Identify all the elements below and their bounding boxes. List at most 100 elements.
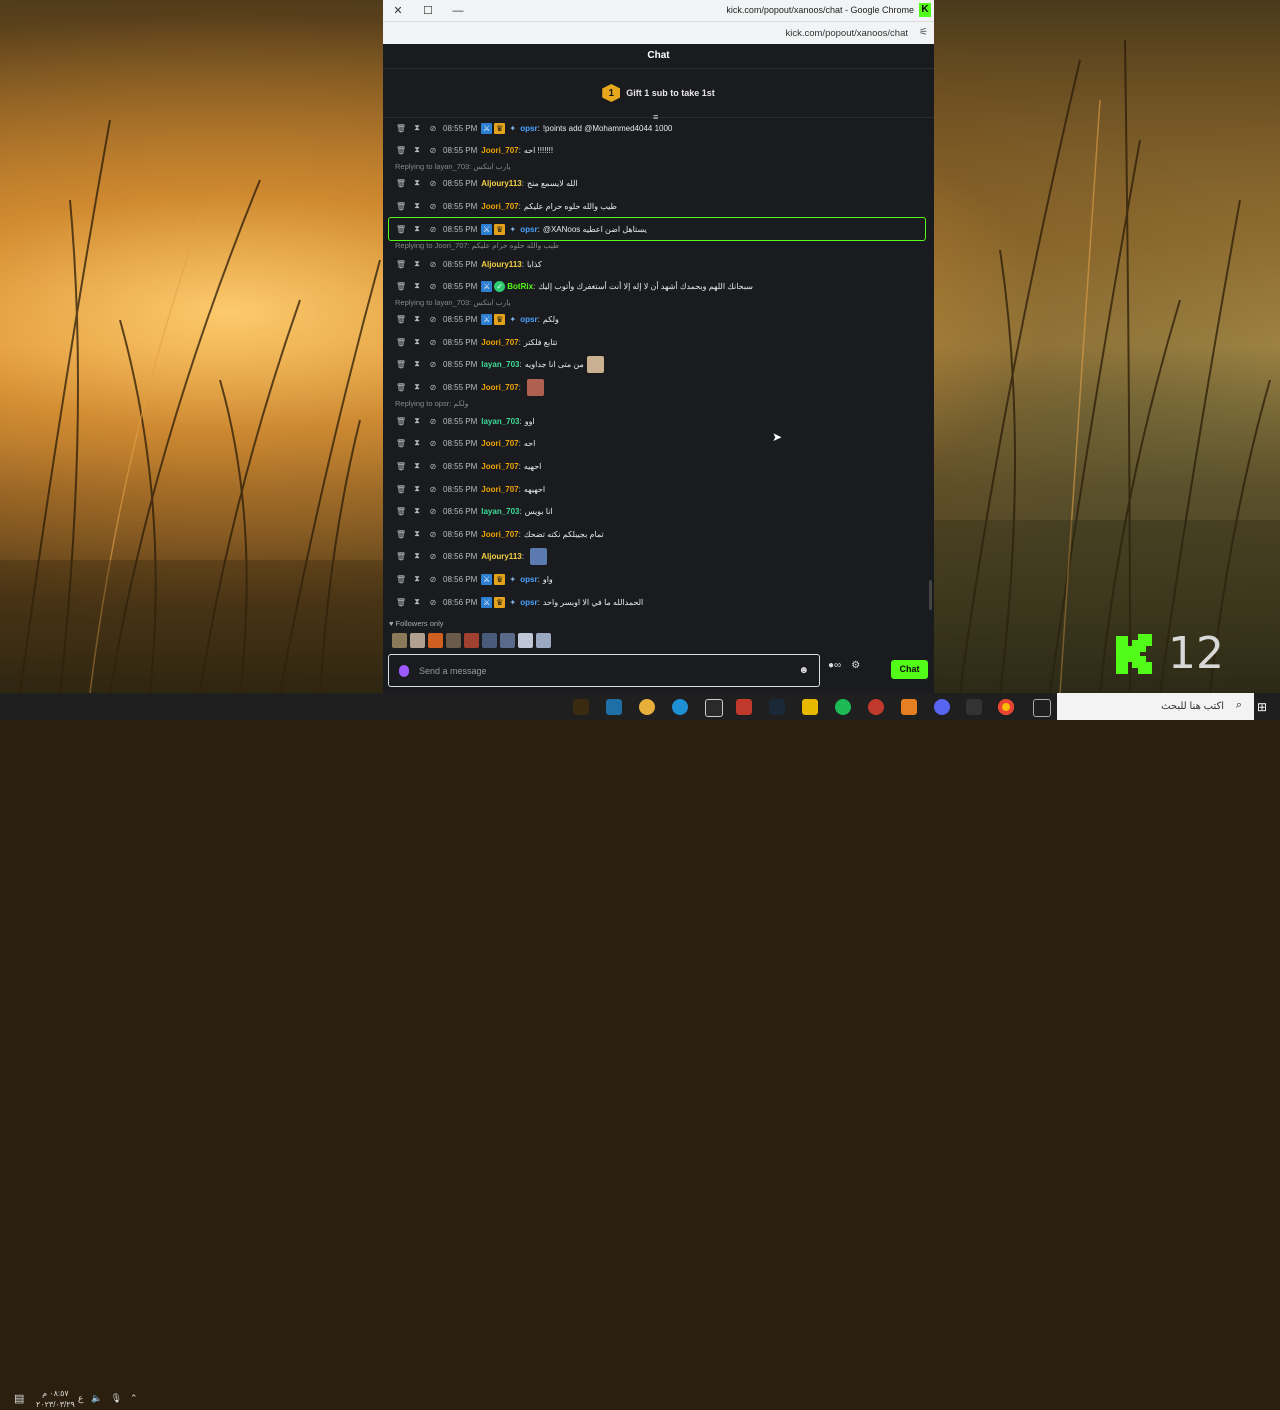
delete-icon[interactable]: 🗑: [393, 575, 409, 584]
chrome-icon[interactable]: [998, 699, 1014, 715]
timeout-icon[interactable]: ⧗: [409, 461, 425, 471]
chat-message[interactable]: 🗑 ⧗ ⊘ 08:55 PM Joori_707: احهيه: [393, 459, 541, 473]
epic-games-icon[interactable]: [966, 699, 982, 715]
username[interactable]: Joori_707: [481, 439, 518, 448]
delete-icon[interactable]: 🗑: [393, 552, 409, 561]
sync-icon[interactable]: [705, 699, 723, 717]
ban-icon[interactable]: ⊘: [425, 282, 441, 291]
ban-icon[interactable]: ⊘: [425, 598, 441, 607]
timeout-icon[interactable]: ⧗: [409, 529, 425, 539]
username[interactable]: opsr: [520, 225, 537, 234]
emote-3[interactable]: [428, 633, 443, 648]
emote-2[interactable]: [410, 633, 425, 648]
mail-app-icon[interactable]: [573, 699, 589, 715]
delete-icon[interactable]: 🗑: [393, 360, 409, 369]
message-input-box[interactable]: Send a message ☻: [388, 654, 820, 687]
reply-context[interactable]: Replying to layan_703: يارب ابتكس: [395, 162, 511, 171]
delete-icon[interactable]: 🗑: [393, 338, 409, 347]
ban-icon[interactable]: ⊘: [425, 338, 441, 347]
ban-icon[interactable]: ⊘: [425, 225, 441, 234]
ban-icon[interactable]: ⊘: [425, 575, 441, 584]
ban-icon[interactable]: ⊘: [425, 360, 441, 369]
delete-icon[interactable]: 🗑: [393, 439, 409, 448]
username[interactable]: Joori_707: [481, 530, 518, 539]
timeout-icon[interactable]: ⧗: [409, 484, 425, 494]
username[interactable]: opsr: [520, 598, 537, 607]
timeout-icon[interactable]: ⧗: [409, 224, 425, 234]
video-editor-icon[interactable]: [736, 699, 752, 715]
chat-messages[interactable]: 🗑 ⧗ ⊘ 08:55 PM ⚔ ♛ ✦ opsr: !points add @Mohammed…: [383, 117, 934, 612]
delete-icon[interactable]: 🗑: [393, 530, 409, 539]
ban-icon[interactable]: ⊘: [425, 462, 441, 471]
steam-icon[interactable]: [769, 699, 785, 715]
file-explorer-icon[interactable]: [802, 699, 818, 715]
app-icon-3[interactable]: [639, 699, 655, 715]
app-icon-2[interactable]: [606, 699, 622, 715]
chat-message[interactable]: 🗑 ⧗ ⊘ 08:55 PM Joori_707: احه: [393, 436, 535, 450]
emote-1[interactable]: [392, 633, 407, 648]
ban-icon[interactable]: ⊘: [425, 202, 441, 211]
chat-message[interactable]: 🗑 ⧗ ⊘ 08:55 PM ⚔ ♛ ✦ opsr: !points add @Mohammed…: [393, 121, 672, 135]
timeout-icon[interactable]: ⧗: [409, 359, 425, 369]
edge-icon[interactable]: [672, 699, 688, 715]
send-chat-button[interactable]: Chat: [891, 660, 928, 679]
chat-message[interactable]: 🗑 ⧗ ⊘ 08:56 PM ⚔ ♛ ✦ opsr: الحمدالله ما في الا ا…: [393, 595, 643, 609]
username[interactable]: opsr: [520, 575, 537, 584]
delete-icon[interactable]: 🗑: [393, 315, 409, 324]
timeout-icon[interactable]: ⧗: [409, 438, 425, 448]
timeout-icon[interactable]: ⧗: [409, 145, 425, 155]
windows-start-icon[interactable]: ⊞: [1257, 700, 1267, 714]
chat-message[interactable]: 🗑 ⧗ ⊘ 08:56 PM ⚔ ♛ ✦ opsr: واو: [393, 572, 553, 586]
delete-icon[interactable]: 🗑: [393, 124, 409, 133]
ban-icon[interactable]: ⊘: [425, 383, 441, 392]
reply-context[interactable]: Replying to opsr: ولكم: [395, 399, 468, 408]
chat-message[interactable]: 🗑 ⧗ ⊘ 08:56 PM Joori_707: تمام بجيبلكم نكته ت…: [393, 527, 604, 541]
username[interactable]: Joori_707: [481, 338, 518, 347]
settings-gear-icon[interactable]: ⚙: [851, 660, 860, 671]
chat-message[interactable]: 🗑 ⧗ ⊘ 08:55 PM Joori_707: احه !!!!!!!: [393, 143, 553, 157]
timeout-icon[interactable]: ⧗: [409, 337, 425, 347]
emote-6[interactable]: [482, 633, 497, 648]
delete-icon[interactable]: 🗑: [393, 598, 409, 607]
username[interactable]: Joori_707: [481, 146, 518, 155]
username[interactable]: layan_703: [481, 360, 519, 369]
username[interactable]: opsr: [520, 124, 537, 133]
close-button[interactable]: ✕: [383, 4, 413, 17]
chat-message[interactable]: 🗑 ⧗ ⊘ 08:55 PM Joori_707: احهيهه: [393, 482, 545, 496]
timeout-icon[interactable]: ⧗: [409, 416, 425, 426]
reply-context[interactable]: Replying to layan_703: يارب ابتكس: [395, 298, 511, 307]
emote-9[interactable]: [536, 633, 551, 648]
maximize-button[interactable]: ☐: [413, 4, 443, 17]
chat-message[interactable]: 🗑 ⧗ ⊘ 08:55 PM ⚔ ✓ BotRix: سبحانك اللهم وبحمدك …: [393, 279, 753, 293]
address-bar[interactable]: kick.com/popout/xanoos/chat ⚟: [383, 21, 934, 44]
ban-icon[interactable]: ⊘: [425, 315, 441, 324]
minimize-button[interactable]: —: [443, 5, 473, 17]
pinned-gift-banner[interactable]: 1 Gift 1 sub to take 1st: [383, 69, 934, 118]
chat-message[interactable]: 🗑 ⧗ ⊘ 08:55 PM ⚔ ♛ ✦ opsr: @XANoos يستاهل اضن اع…: [393, 222, 647, 236]
spotify-icon[interactable]: [835, 699, 851, 715]
reply-context[interactable]: Replying to Joori_707: طيب والله حلوه حر…: [395, 241, 559, 250]
ban-icon[interactable]: ⊘: [425, 530, 441, 539]
timeout-icon[interactable]: ⧗: [409, 551, 425, 561]
ban-icon[interactable]: ⊘: [425, 552, 441, 561]
delete-icon[interactable]: 🗑: [393, 260, 409, 269]
delete-icon[interactable]: 🗑: [393, 383, 409, 392]
ban-icon[interactable]: ⊘: [425, 417, 441, 426]
message-input[interactable]: Send a message: [419, 666, 798, 676]
ban-icon[interactable]: ⊘: [425, 485, 441, 494]
ban-icon[interactable]: ⊘: [425, 179, 441, 188]
chat-message[interactable]: 🗑 ⧗ ⊘ 08:55 PM Aljoury113: كذابا: [393, 257, 542, 271]
chat-message[interactable]: 🗑 ⧗ ⊘ 08:55 PM layan_703: من متى انا جداويه: [393, 355, 604, 373]
timeout-icon[interactable]: ⧗: [409, 574, 425, 584]
username[interactable]: opsr: [520, 315, 537, 324]
username[interactable]: Aljoury113: [481, 260, 521, 269]
ban-icon[interactable]: ⊘: [425, 507, 441, 516]
timeout-icon[interactable]: ⧗: [409, 123, 425, 133]
timeout-icon[interactable]: ⧗: [409, 382, 425, 392]
delete-icon[interactable]: 🗑: [393, 507, 409, 516]
chat-message[interactable]: 🗑 ⧗ ⊘ 08:55 PM Joori_707: طيب والله حلوه حرام…: [393, 199, 617, 213]
scrollbar[interactable]: [929, 580, 932, 610]
delete-icon[interactable]: 🗑: [393, 146, 409, 155]
username[interactable]: BotRix: [507, 282, 533, 291]
delete-icon[interactable]: 🗑: [393, 202, 409, 211]
